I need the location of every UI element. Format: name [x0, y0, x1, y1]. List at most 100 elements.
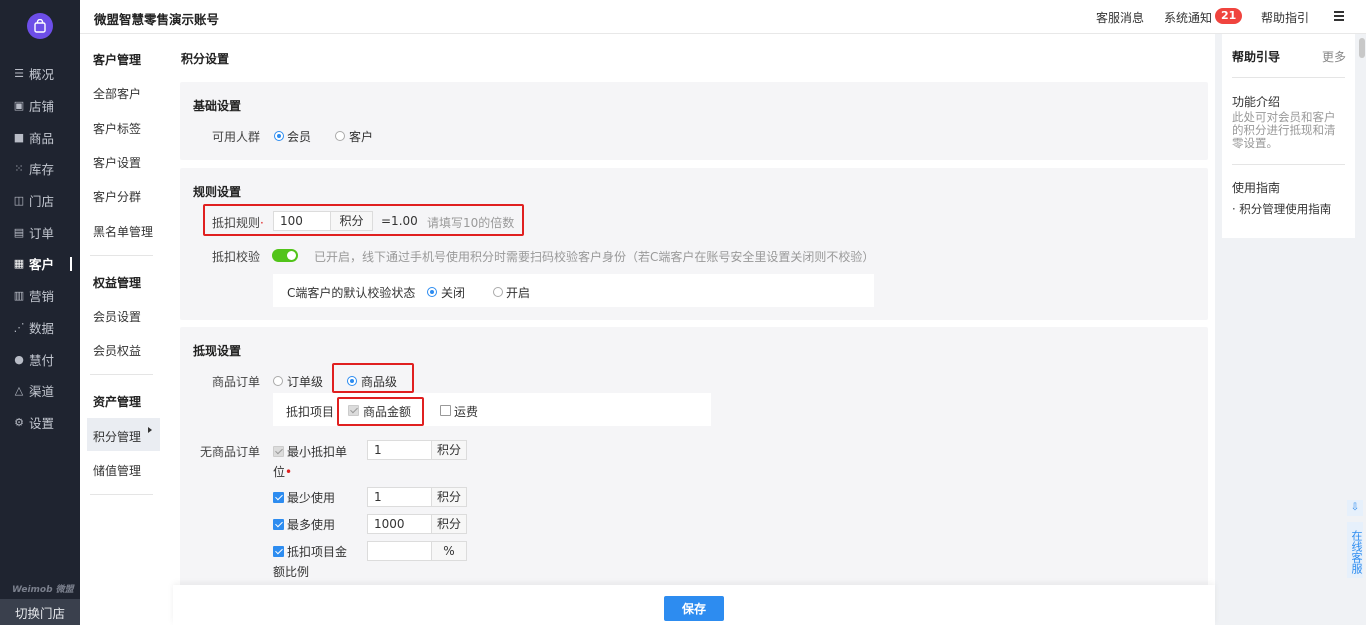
help-guide-link[interactable]: 帮助指引	[1261, 9, 1309, 26]
checkbox-min-unit[interactable]	[273, 446, 284, 457]
order-icon: ▤	[13, 225, 25, 239]
max-use-label: 最多使用	[287, 518, 336, 532]
nav-item-data[interactable]: ⋰ 数据	[0, 312, 80, 344]
scrollbar-thumb[interactable]	[1359, 38, 1365, 58]
nav-item-goods[interactable]: ■ 商品	[0, 121, 80, 153]
radio-member-label[interactable]: 会员	[287, 128, 311, 145]
max-use-input[interactable]: 1000 积分	[367, 514, 467, 534]
c-default-box: C端客户的默认校验状态 关闭 开启	[273, 274, 874, 307]
save-button[interactable]: 保存	[664, 596, 724, 621]
max-use-value[interactable]: 1000	[368, 515, 431, 533]
amount-ratio-value[interactable]	[368, 542, 431, 560]
radio-verify-off[interactable]	[427, 287, 437, 297]
switch-store-button[interactable]: 切换门店	[0, 599, 80, 625]
online-service-button[interactable]: 在线客服	[1347, 522, 1363, 578]
rule-settings-title: 规则设置	[193, 185, 242, 199]
checkbox-freight[interactable]	[440, 405, 451, 416]
secondary-menu: 客户管理 全部客户 客户标签 客户设置 客户分群 黑名单管理 权益管理 会员设置…	[80, 34, 173, 625]
customer-icon: ▦	[13, 257, 25, 271]
submenu-item-points-mgmt[interactable]: 积分管理	[93, 428, 141, 445]
radio-customer[interactable]	[335, 131, 345, 141]
amount-ratio-label-line2: 额比例	[273, 565, 310, 579]
min-use-input[interactable]: 1 积分	[367, 487, 467, 507]
submenu-item-all-customers[interactable]: 全部客户	[93, 85, 141, 102]
service-message-link[interactable]: 客服消息	[1096, 9, 1144, 26]
shop-icon: ◫	[13, 194, 25, 208]
goods-icon: ■	[13, 130, 25, 144]
store-name: 微盟智慧零售演示账号	[94, 12, 220, 27]
radio-verify-off-label[interactable]: 关闭	[441, 284, 465, 301]
nav-item-marketing[interactable]: ▥ 营销	[0, 280, 80, 312]
nav-item-shop[interactable]: ◫ 门店	[0, 185, 80, 217]
goods-order-label: 商品订单	[212, 375, 261, 389]
submenu-item-member-rights[interactable]: 会员权益	[93, 342, 141, 359]
hamburger-menu-icon[interactable]	[1334, 11, 1344, 21]
submenu-group-rights-mgmt: 权益管理	[93, 276, 142, 290]
checkbox-min-use[interactable]	[273, 492, 284, 503]
list-icon: ☰	[14, 67, 24, 81]
radio-verify-on-label[interactable]: 开启	[506, 284, 530, 301]
rule-settings-section: 规则设置 抵扣规则· 100 积分 =1.00 请填写10的倍数 抵扣校验 已开…	[180, 168, 1208, 320]
checkbox-amount-ratio[interactable]	[273, 546, 284, 557]
crowd-label: 可用人群	[212, 130, 261, 144]
help-guide-link[interactable]: · 积分管理使用指南	[1232, 201, 1331, 217]
nav-item-overview[interactable]: ☰ 概况	[0, 58, 80, 90]
c-default-label: C端客户的默认校验状态	[287, 286, 416, 300]
verify-description: 已开启，线下通过手机号使用积分时需要扫码校验客户身份（若C端客户在账号安全里设置…	[314, 250, 875, 264]
min-use-unit: 积分	[431, 488, 466, 506]
help-divider	[1232, 164, 1345, 165]
system-notice-link[interactable]: 系统通知 21	[1164, 8, 1243, 26]
submenu-item-stored-value[interactable]: 储值管理	[93, 462, 141, 479]
amount-ratio-unit: %	[431, 542, 466, 560]
nav-item-channel[interactable]: △ 渠道	[0, 375, 80, 407]
nav-item-stock[interactable]: ⁙ 库存	[0, 153, 80, 185]
help-intro-text: 此处可对会员和客户的积分进行抵现和清零设置。	[1232, 110, 1336, 150]
store-icon: ▣	[13, 99, 25, 113]
radio-verify-on[interactable]	[493, 287, 503, 297]
min-unit-label-line2: 位•	[273, 465, 293, 479]
help-title: 帮助引导	[1232, 50, 1281, 64]
app-logo[interactable]	[27, 13, 53, 39]
amount-ratio-label-line1: 抵扣项目金	[287, 545, 348, 559]
top-header: 微盟智慧零售演示账号 客服消息 系统通知 21 帮助指引	[80, 0, 1366, 34]
nav-item-store[interactable]: ▣ 店铺	[0, 90, 80, 122]
submenu-item-customer-tags[interactable]: 客户标签	[93, 120, 141, 137]
min-unit-input[interactable]: 1 积分	[367, 440, 467, 460]
min-unit-value[interactable]: 1	[368, 441, 431, 459]
cash-settings-title: 抵现设置	[193, 344, 242, 358]
verify-toggle[interactable]	[272, 249, 298, 262]
main-sidebar: ☰ 概况 ▣ 店铺 ■ 商品 ⁙ 库存 ◫ 门店 ▤ 订单 ▦ 客户 ▥ 营销 ⋰ 数据 ● 慧付 …	[0, 0, 80, 625]
checkbox-freight-label[interactable]: 运费	[454, 403, 478, 420]
submenu-item-customer-segments[interactable]: 客户分群	[93, 188, 141, 205]
radio-customer-label[interactable]: 客户	[349, 128, 373, 145]
min-use-value[interactable]: 1	[368, 488, 431, 506]
stock-icon: ⁙	[14, 162, 24, 176]
min-unit-label-line1: 最小抵扣单	[287, 445, 348, 459]
nav-item-order[interactable]: ▤ 订单	[0, 216, 80, 248]
nav-item-pay[interactable]: ● 慧付	[0, 343, 80, 375]
radio-order-level-label[interactable]: 订单级	[287, 373, 323, 390]
brand-logo: Weimob 微盟	[12, 585, 74, 595]
main-panel: 积分设置 基础设置 可用人群 会员 客户 规则设置 抵扣规则· 100 积分 =…	[173, 34, 1215, 625]
download-icon[interactable]: ⇩	[1347, 500, 1363, 516]
highlight-box-goods-level	[332, 363, 414, 393]
submenu-item-member-settings[interactable]: 会员设置	[93, 308, 141, 325]
amount-ratio-input[interactable]: %	[367, 541, 467, 561]
basic-settings-title: 基础设置	[193, 99, 242, 113]
basic-settings-section: 基础设置 可用人群 会员 客户	[180, 82, 1208, 160]
help-more-link[interactable]: 更多	[1322, 48, 1346, 65]
nav-item-settings[interactable]: ⚙ 设置	[0, 407, 80, 439]
nav-item-customer[interactable]: ▦ 客户	[0, 248, 80, 280]
channel-icon: △	[14, 384, 24, 398]
checkbox-max-use[interactable]	[273, 519, 284, 530]
submenu-group-customer-mgmt: 客户管理	[93, 53, 142, 67]
radio-member[interactable]	[274, 131, 284, 141]
submenu-group-asset-mgmt: 资产管理	[93, 395, 142, 409]
submenu-item-blacklist[interactable]: 黑名单管理	[93, 223, 153, 240]
data-icon: ⋰	[13, 320, 25, 334]
radio-order-level[interactable]	[273, 376, 283, 386]
marketing-icon: ▥	[13, 289, 25, 303]
submenu-item-customer-settings[interactable]: 客户设置	[93, 154, 141, 171]
min-use-label: 最少使用	[287, 491, 336, 505]
help-panel: 帮助引导 更多 功能介绍 此处可对会员和客户的积分进行抵现和清零设置。 使用指南…	[1222, 34, 1355, 238]
